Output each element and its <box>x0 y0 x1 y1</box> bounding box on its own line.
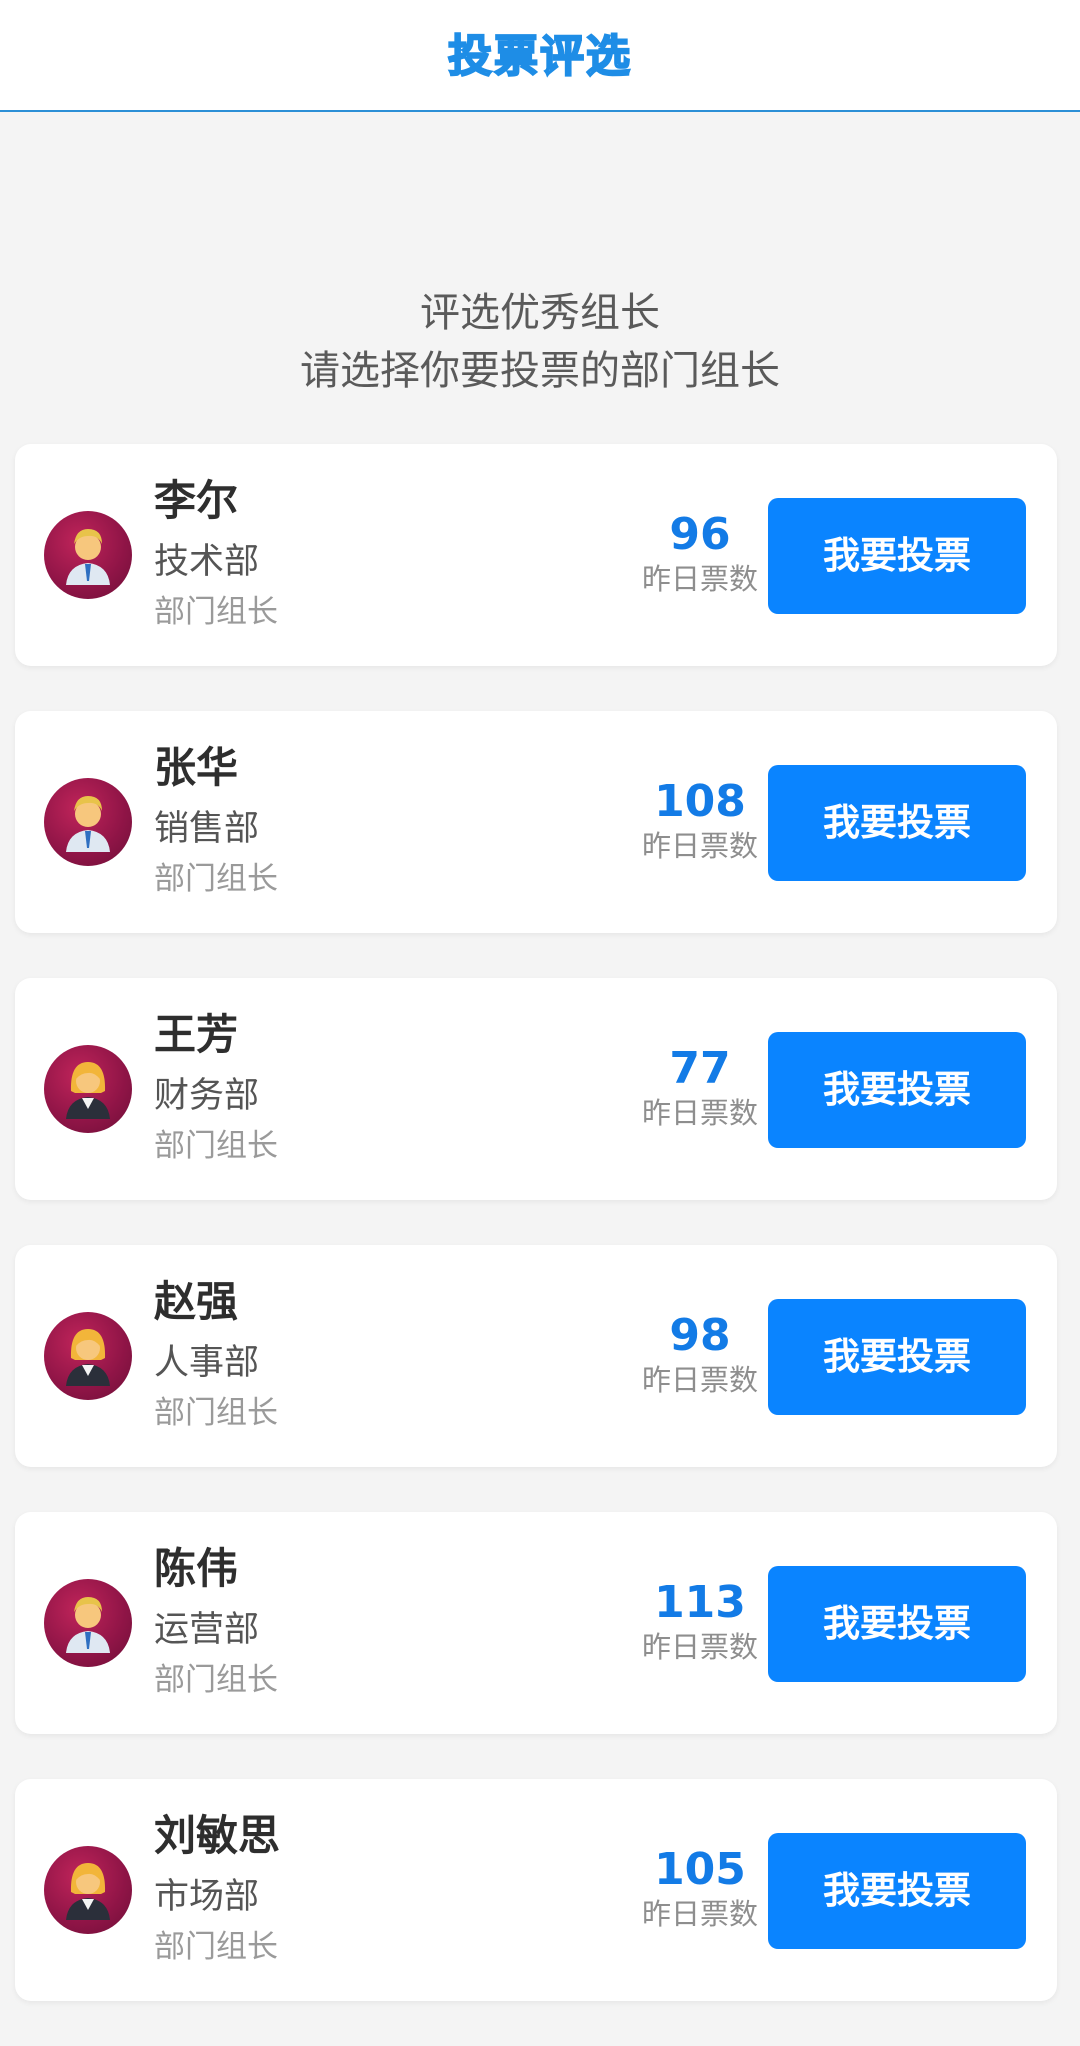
woman-office-worker-icon <box>44 1846 132 1934</box>
vote-count: 105 <box>654 1844 746 1895</box>
vote-count-label: 昨日票数 <box>641 829 758 863</box>
candidate-department: 市场部 <box>154 1877 260 1917</box>
man-office-worker-icon <box>44 1579 132 1667</box>
woman-office-worker-icon <box>44 1045 132 1133</box>
app-header: 投票评选 <box>0 0 1080 112</box>
vote-count-label: 昨日票数 <box>641 1630 758 1664</box>
man-office-worker-icon <box>44 511 132 599</box>
candidate-department: 运营部 <box>154 1610 260 1650</box>
vote-button[interactable]: 我要投票 <box>768 1032 1026 1148</box>
candidate-name: 张华 <box>154 743 239 792</box>
intro-subheading: 请选择你要投票的部门组长 <box>300 348 780 394</box>
intro-heading: 评选优秀组长 <box>420 290 660 336</box>
vote-count-label: 昨日票数 <box>641 1096 758 1130</box>
vote-count: 108 <box>654 776 746 827</box>
vote-button[interactable]: 我要投票 <box>768 1566 1026 1682</box>
candidate-card: 陈伟 运营部 部门组长 113 昨日票数 我要投票 <box>15 1512 1057 1734</box>
candidate-card: 王芳 财务部 部门组长 77 昨日票数 我要投票 <box>15 978 1057 1200</box>
vote-count-label: 昨日票数 <box>641 1897 758 1931</box>
vote-button[interactable]: 我要投票 <box>768 1833 1026 1949</box>
candidate-role: 部门组长 <box>154 1128 278 1164</box>
candidate-name: 王芳 <box>154 1010 239 1059</box>
candidate-name: 赵强 <box>154 1277 239 1326</box>
page-title: 投票评选 <box>447 30 632 83</box>
vote-count: 96 <box>669 509 731 560</box>
candidate-card: 刘敏思 市场部 部门组长 105 昨日票数 我要投票 <box>15 1779 1057 2001</box>
candidate-name: 李尔 <box>154 476 239 525</box>
vote-stats: 98 昨日票数 <box>620 1311 780 1399</box>
candidate-role: 部门组长 <box>154 861 278 897</box>
vote-button[interactable]: 我要投票 <box>768 765 1026 881</box>
vote-button[interactable]: 我要投票 <box>768 498 1026 614</box>
vote-count: 77 <box>669 1043 731 1094</box>
candidate-department: 财务部 <box>154 1076 260 1116</box>
vote-stats: 77 昨日票数 <box>620 1044 780 1132</box>
candidate-department: 技术部 <box>154 542 260 582</box>
vote-count-label: 昨日票数 <box>641 1363 758 1397</box>
candidate-card: 张华 销售部 部门组长 108 昨日票数 我要投票 <box>15 711 1057 933</box>
candidate-card: 赵强 人事部 部门组长 98 昨日票数 我要投票 <box>15 1245 1057 1467</box>
woman-office-worker-icon <box>44 1312 132 1400</box>
vote-count: 98 <box>669 1310 731 1361</box>
candidate-role: 部门组长 <box>154 594 278 630</box>
man-office-worker-icon <box>44 778 132 866</box>
vote-count: 113 <box>654 1577 746 1628</box>
candidate-role: 部门组长 <box>154 1395 278 1431</box>
candidate-list: 李尔 技术部 部门组长 96 昨日票数 我要投票 张华 销售部 部门组长 108… <box>15 444 1057 2046</box>
candidate-name: 陈伟 <box>154 1544 239 1593</box>
vote-button[interactable]: 我要投票 <box>768 1299 1026 1415</box>
vote-count-label: 昨日票数 <box>641 562 758 596</box>
candidate-department: 人事部 <box>154 1343 260 1383</box>
candidate-card: 李尔 技术部 部门组长 96 昨日票数 我要投票 <box>15 444 1057 666</box>
vote-stats: 108 昨日票数 <box>620 777 780 865</box>
candidate-department: 销售部 <box>154 809 260 849</box>
candidate-role: 部门组长 <box>154 1662 278 1698</box>
intro-text: 评选优秀组长 请选择你要投票的部门组长 <box>0 284 1080 400</box>
vote-stats: 96 昨日票数 <box>620 510 780 598</box>
vote-stats: 113 昨日票数 <box>620 1578 780 1666</box>
candidate-name: 刘敏思 <box>154 1811 281 1860</box>
candidate-role: 部门组长 <box>154 1929 278 1965</box>
